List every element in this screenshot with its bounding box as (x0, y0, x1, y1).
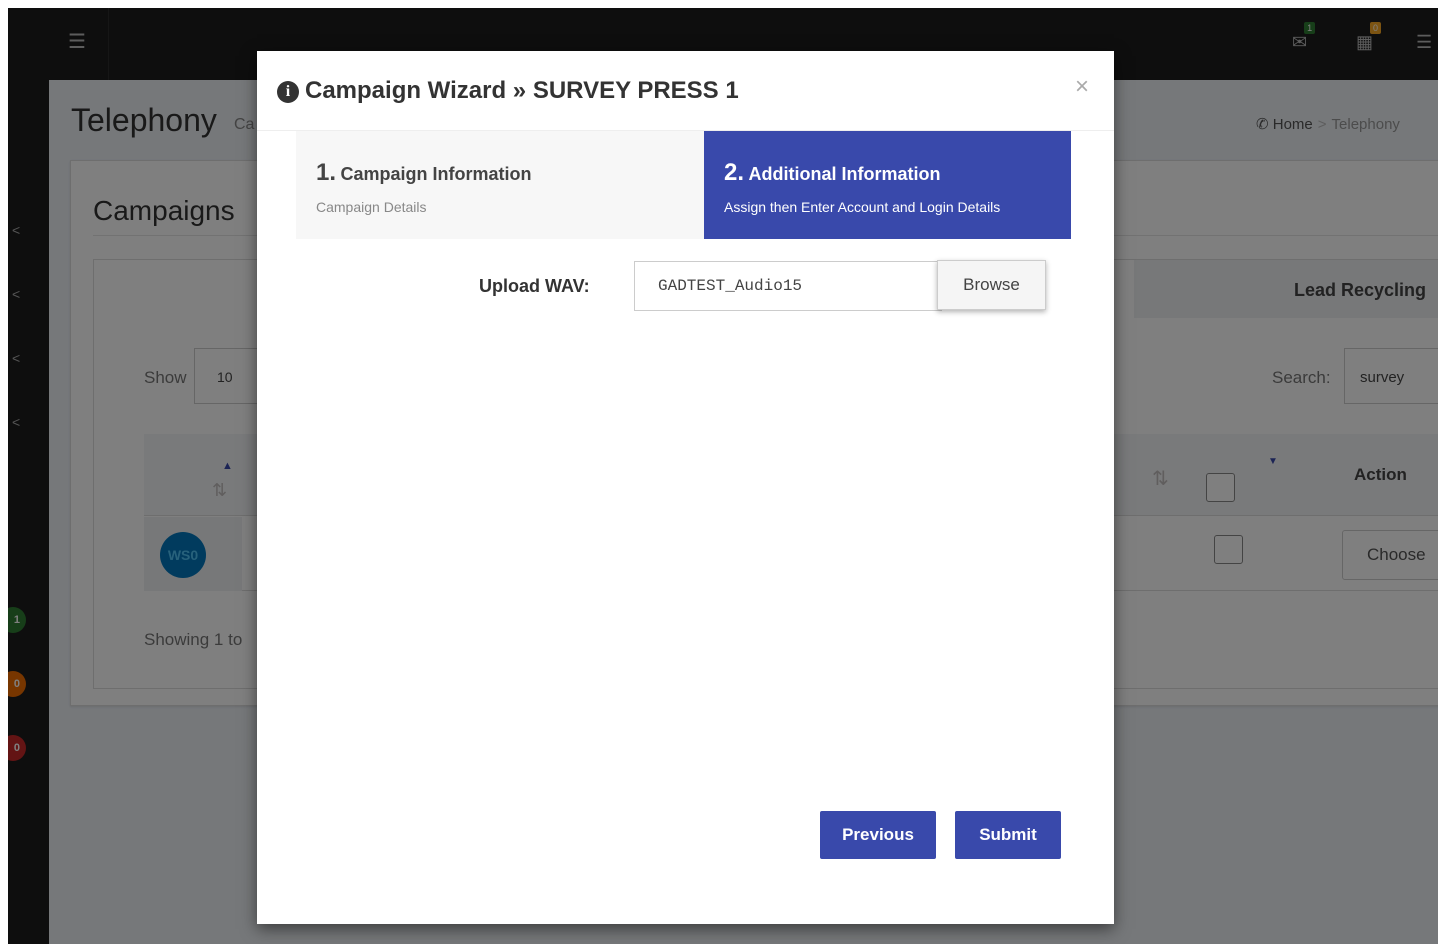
browse-button[interactable]: Browse (937, 260, 1046, 310)
step-title: Additional Information (748, 164, 941, 184)
modal-title: Campaign Wizard » SURVEY PRESS 1 (305, 77, 739, 104)
step-number: 1. (316, 159, 337, 186)
step-campaign-information[interactable]: 1. Campaign Information Campaign Details (296, 131, 704, 239)
step-heading: 1. Campaign Information (316, 159, 531, 187)
info-icon: i (277, 81, 299, 103)
modal-header: i Campaign Wizard » SURVEY PRESS 1 × (257, 51, 1114, 131)
upload-wav-field[interactable]: GADTEST_Audio15 (634, 261, 942, 311)
modal-title-wrap: i Campaign Wizard » SURVEY PRESS 1 (277, 77, 739, 105)
step-additional-information[interactable]: 2. Additional Information Assign then En… (704, 131, 1071, 239)
step-heading: 2. Additional Information (724, 159, 940, 187)
campaign-wizard-modal: i Campaign Wizard » SURVEY PRESS 1 × 1. C… (257, 51, 1114, 924)
previous-button[interactable]: Previous (820, 811, 936, 859)
step-description: Assign then Enter Account and Login Deta… (724, 199, 1001, 215)
close-icon[interactable]: × (1075, 73, 1089, 101)
step-number: 2. (724, 159, 745, 186)
upload-wav-label: Upload WAV: (479, 276, 590, 296)
step-title: Campaign Information (340, 164, 532, 184)
step-description: Campaign Details (316, 199, 427, 215)
submit-button[interactable]: Submit (955, 811, 1061, 859)
